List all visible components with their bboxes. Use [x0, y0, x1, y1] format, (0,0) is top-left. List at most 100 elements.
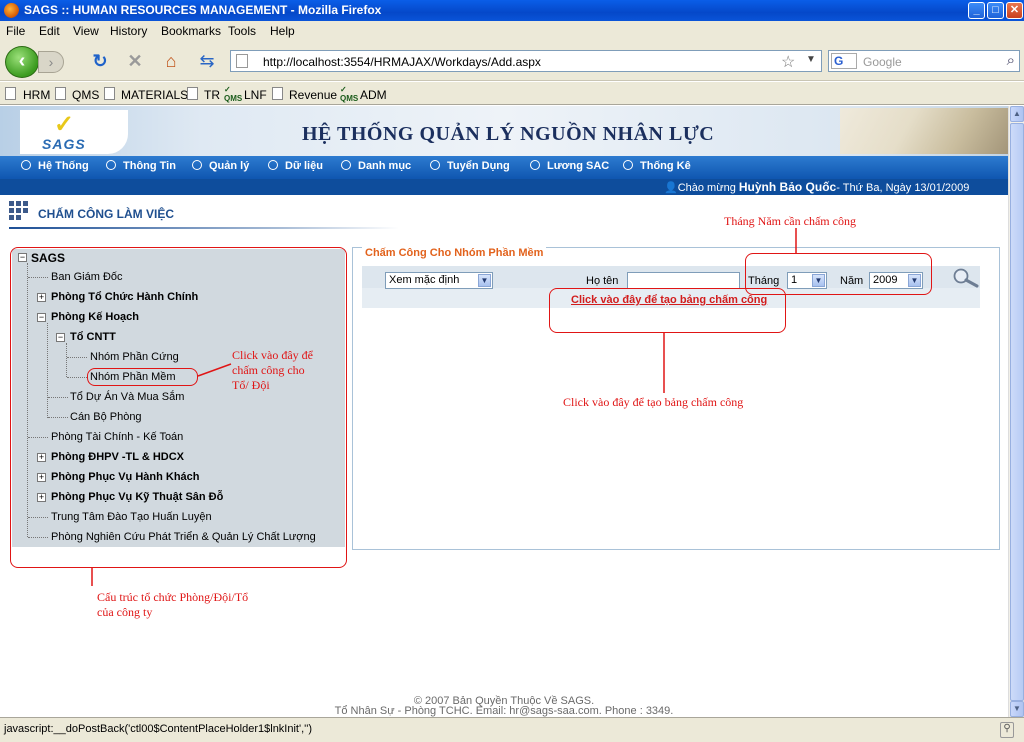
bookmark-tr[interactable]: TR — [204, 88, 220, 102]
search-box[interactable]: G Google ⌕ — [828, 50, 1020, 72]
view-mode-select[interactable]: Xem mặc định ▼ — [385, 272, 493, 289]
reload-icon[interactable]: ↻ — [89, 50, 111, 72]
home-icon[interactable]: ⌂ — [160, 50, 182, 72]
site-banner: ✓ SAGS HỆ THỐNG QUẢN LÝ NGUỒN NHÂN LỰC — [0, 106, 1008, 156]
nav-luong-sac[interactable]: Lương SAC — [530, 160, 609, 172]
security-icon[interactable]: ⚲ — [1000, 722, 1014, 738]
title-underline — [9, 227, 399, 229]
name-label: Họ tên — [586, 275, 619, 287]
nav-bullet-icon — [430, 160, 440, 170]
nav-bullet-icon — [21, 160, 31, 170]
system-title: HỆ THỐNG QUẢN LÝ NGUỒN NHÂN LỰC — [302, 123, 715, 145]
close-button[interactable]: ✕ — [1006, 2, 1023, 19]
menu-bookmarks[interactable]: Bookmarks — [161, 24, 221, 38]
maximize-button[interactable]: □ — [987, 2, 1004, 19]
page-icon — [5, 87, 16, 100]
search-icon[interactable] — [950, 267, 980, 289]
annotation-click-group-1: Click vào đây để — [232, 348, 313, 362]
annotation-structure-1: Cấu trúc tổ chức Phòng/Đội/Tổ — [97, 590, 249, 604]
bookmark-lnf[interactable]: LNF — [244, 88, 267, 102]
main-nav: Hệ Thống Thông Tin Quản lý Dữ liệu Danh … — [0, 156, 1008, 179]
search-engine-icon[interactable]: G — [831, 53, 857, 69]
status-bar: javascript:__doPostBack('ctl00$ContentPl… — [0, 717, 1024, 742]
annotation-month-year: Tháng Năm cần chấm công — [724, 214, 856, 228]
chevron-down-icon[interactable]: ▼ — [806, 54, 816, 65]
bookmark-star-icon[interactable]: ☆ — [781, 52, 795, 72]
firefox-icon — [4, 3, 19, 18]
window-title: SAGS :: HUMAN RESOURCES MANAGEMENT - Moz… — [24, 3, 382, 17]
bookmarks-bar: HRM QMS MATERIALS TR ✓ QMS LNF Revenue ✓ Q… — [0, 82, 1024, 105]
nav-bullet-icon — [530, 160, 540, 170]
page-icon — [187, 87, 198, 100]
annotation-tree-box — [10, 247, 347, 568]
bookmark-revenue[interactable]: Revenue — [289, 88, 337, 102]
url-text[interactable]: http://localhost:3554/HRMAJAX/Workdays/A… — [263, 55, 541, 69]
nav-bullet-icon — [192, 160, 202, 170]
grid-icon — [9, 201, 29, 220]
welcome-text: 👤Chào mừng Huỳnh Bảo Quốc- Thứ Ba, Ngày … — [664, 180, 970, 194]
page-footer: © 2007 Bản Quyền Thuộc Về SAGS. Tổ Nhân … — [0, 696, 1008, 717]
annotation-node-box — [87, 368, 198, 386]
annotation-structure-2: của công ty — [97, 605, 153, 619]
nav-tuyen-dung[interactable]: Tuyển Dụng — [430, 160, 510, 172]
forward-icon[interactable]: › — [38, 51, 64, 73]
menu-view[interactable]: View — [73, 24, 99, 38]
page-viewport: ✓ SAGS HỆ THỐNG QUẢN LÝ NGUỒN NHÂN LỰC H… — [0, 106, 1008, 717]
back-icon[interactable]: ‹ — [5, 46, 39, 78]
minimize-button[interactable]: _ — [968, 2, 985, 19]
user-name: Huỳnh Bảo Quốc — [738, 180, 837, 194]
menu-tools[interactable]: Tools — [228, 24, 256, 38]
qms-icon: ✓ QMS — [340, 85, 359, 103]
current-date: - Thứ Ba, Ngày 13/01/2009 — [836, 182, 970, 194]
sags-logo: ✓ SAGS — [20, 110, 128, 154]
window-titlebar: SAGS :: HUMAN RESOURCES MANAGEMENT - Moz… — [0, 0, 1024, 21]
scroll-down-icon[interactable]: ▼ — [1010, 701, 1024, 717]
logo-text: SAGS — [42, 136, 86, 152]
bookmark-adm[interactable]: ADM — [360, 88, 387, 102]
page-icon — [236, 54, 248, 68]
nav-danh-muc[interactable]: Danh mục — [341, 160, 411, 172]
rss-icon[interactable]: ⇆ — [196, 50, 218, 72]
page-icon — [104, 87, 115, 100]
nav-thong-ke[interactable]: Thống Kê — [623, 160, 691, 172]
stop-icon[interactable]: ✕ — [124, 50, 146, 72]
welcome-bar: 👤Chào mừng Huỳnh Bảo Quốc- Thứ Ba, Ngày … — [0, 179, 1008, 195]
nav-he-thong[interactable]: Hệ Thống — [21, 160, 89, 172]
logo-check-icon: ✓ — [54, 111, 75, 138]
menu-help[interactable]: Help — [270, 24, 295, 38]
name-input[interactable] — [627, 272, 740, 289]
annotation-link-box — [549, 288, 786, 333]
user-icon: 👤 — [664, 182, 678, 194]
menu-bar: File Edit View History Bookmarks Tools H… — [0, 21, 1024, 41]
scroll-up-icon[interactable]: ▲ — [1010, 106, 1024, 122]
nav-quan-ly[interactable]: Quản lý — [192, 160, 249, 172]
page-title: CHẤM CÔNG LÀM VIỆC — [38, 207, 174, 221]
bookmark-hrm[interactable]: HRM — [23, 88, 50, 102]
pen-image — [840, 108, 1008, 154]
nav-du-lieu[interactable]: Dữ liệu — [268, 160, 323, 172]
menu-edit[interactable]: Edit — [39, 24, 60, 38]
scrollbar-thumb[interactable] — [1010, 123, 1024, 701]
nav-bullet-icon — [341, 160, 351, 170]
nav-bullet-icon — [268, 160, 278, 170]
menu-history[interactable]: History — [110, 24, 147, 38]
url-bar[interactable]: http://localhost:3554/HRMAJAX/Workdays/A… — [230, 50, 822, 72]
page-icon — [272, 87, 283, 100]
search-icon[interactable]: ⌕ — [1007, 52, 1015, 69]
page-icon — [55, 87, 66, 100]
nav-bullet-icon — [623, 160, 633, 170]
vertical-scrollbar[interactable]: ▲ ▼ — [1008, 106, 1024, 717]
menu-file[interactable]: File — [6, 24, 25, 38]
annotation-click-group-2: chấm công cho — [232, 363, 305, 377]
nav-thong-tin[interactable]: Thông Tin — [106, 160, 176, 172]
status-text: javascript:__doPostBack('ctl00$ContentPl… — [4, 723, 313, 735]
nav-bullet-icon — [106, 160, 116, 170]
annotation-click-group-3: Tổ/ Đội — [232, 378, 270, 392]
chevron-down-icon[interactable]: ▼ — [478, 274, 491, 287]
annotation-create-table: Click vào đây để tạo bảng chấm công — [563, 395, 744, 409]
fieldset-legend: Chấm Công Cho Nhóm Phần Mềm — [362, 247, 547, 259]
search-placeholder[interactable]: Google — [863, 55, 902, 69]
contact-text: Tổ Nhân Sự - Phòng TCHC. Email: hr@sags-… — [334, 705, 674, 717]
bookmark-qms[interactable]: QMS — [72, 88, 99, 102]
bookmark-materials[interactable]: MATERIALS — [121, 88, 188, 102]
